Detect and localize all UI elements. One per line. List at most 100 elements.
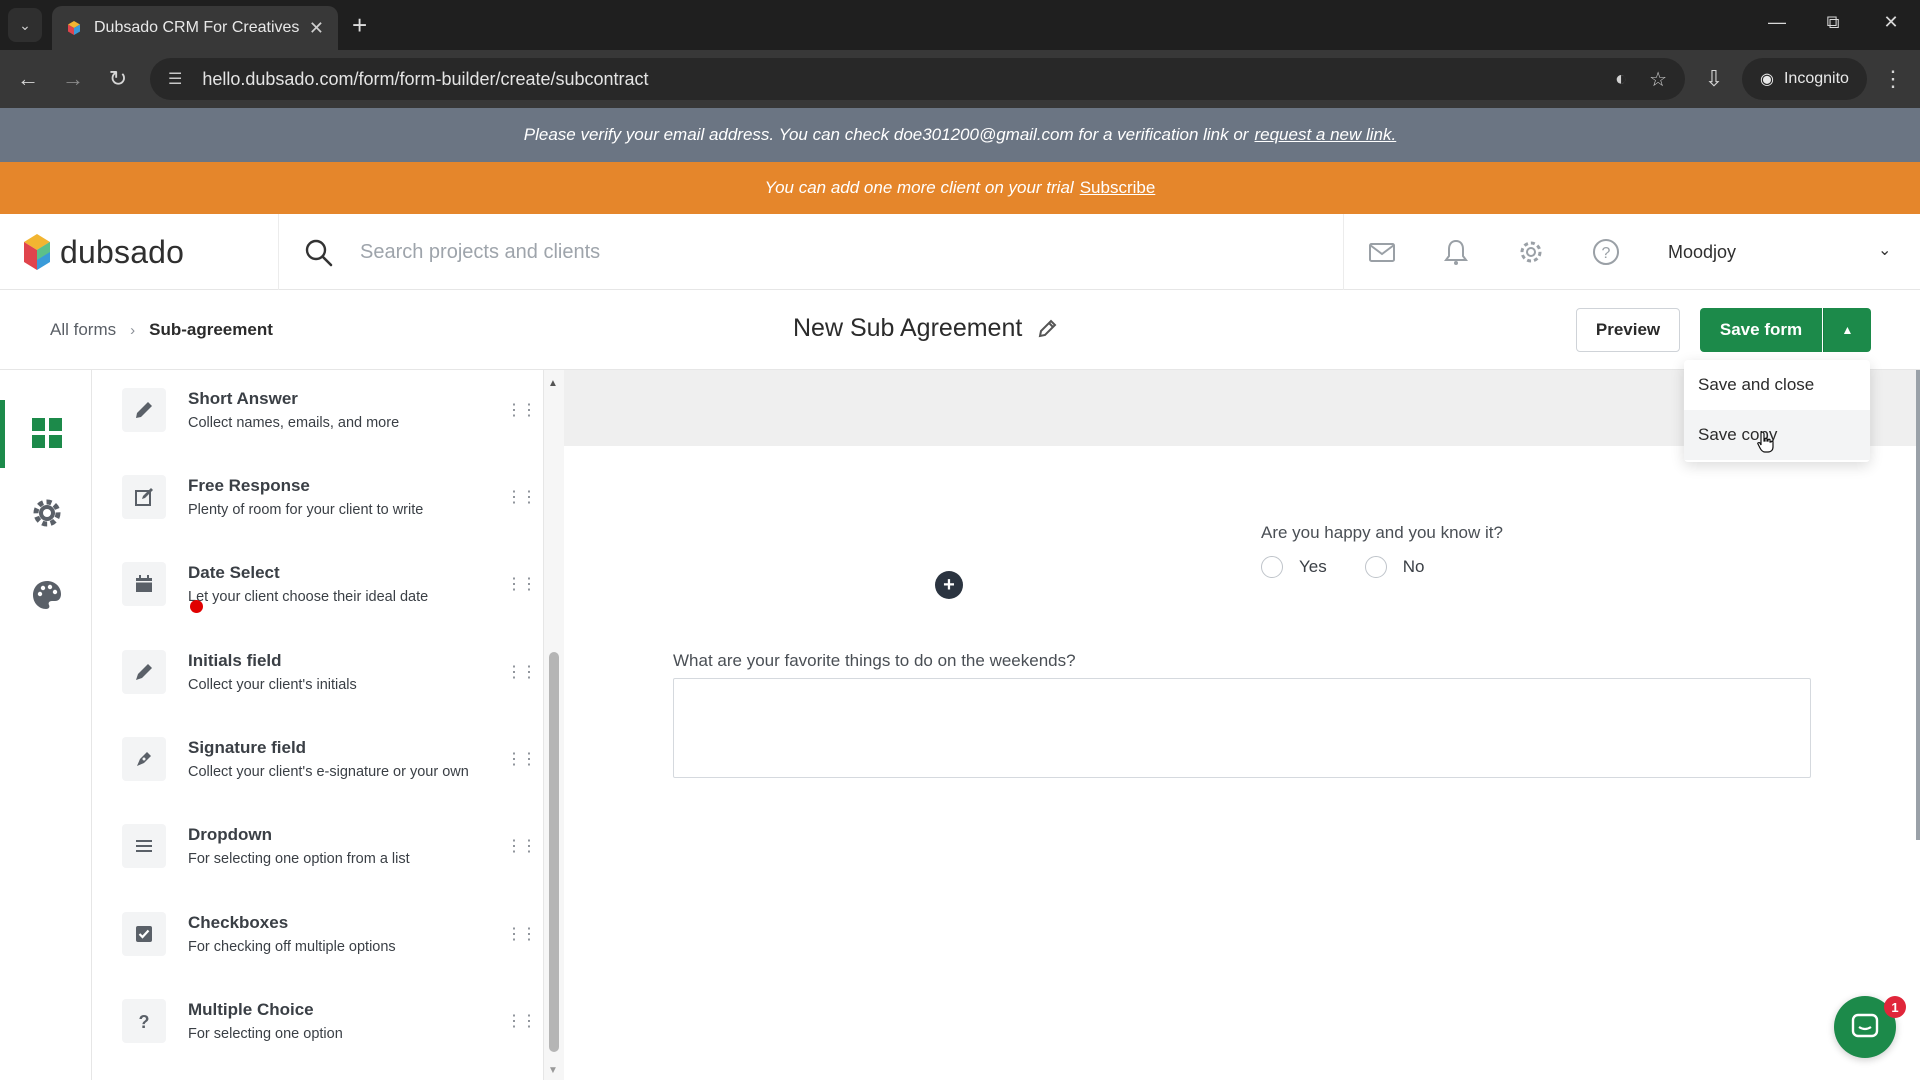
element-multiple-choice[interactable]: ? Multiple Choice For selecting one opti… — [122, 981, 537, 1061]
tab-close-icon[interactable]: ✕ — [309, 18, 324, 39]
element-signature-field[interactable]: Signature field Collect your client's e-… — [122, 719, 537, 799]
element-title: Free Response — [188, 476, 310, 495]
new-tab-button[interactable]: + — [352, 10, 367, 40]
search-input[interactable] — [360, 234, 1260, 270]
window-close-icon[interactable]: ✕ — [1876, 12, 1906, 33]
element-initials-field[interactable]: Initials field Collect your client's ini… — [122, 632, 537, 712]
minimize-icon[interactable]: — — [1762, 12, 1792, 33]
pencil-icon — [122, 388, 166, 432]
form-title-text: New Sub Agreement — [793, 314, 1023, 342]
logo-text: dubsado — [60, 233, 185, 270]
back-icon[interactable]: ← — [13, 65, 43, 93]
rail-active-indicator — [0, 400, 5, 468]
element-short-answer[interactable]: Short Answer Collect names, emails, and … — [122, 370, 537, 450]
gear-icon[interactable] — [1515, 236, 1547, 268]
incognito-label: Incognito — [1783, 70, 1849, 87]
form-toolbar: All forms › Sub-agreement New Sub Agreem… — [0, 290, 1920, 370]
form-elements-panel: Short Answer Collect names, emails, and … — [92, 370, 544, 1080]
chevron-down-icon[interactable]: ⌄ — [1878, 240, 1891, 260]
question-happy-label: Are you happy and you know it? — [1261, 523, 1503, 542]
header-divider — [278, 214, 279, 290]
pen-icon — [122, 650, 166, 694]
drag-handle-icon[interactable]: ⋮⋮ — [506, 749, 537, 769]
mail-icon[interactable] — [1366, 236, 1398, 268]
red-dot-marker — [190, 600, 203, 613]
restore-icon[interactable]: ⧉ — [1818, 12, 1848, 33]
question-happy-options: Yes No — [1261, 556, 1462, 578]
tab-title: Dubsado CRM For Creatives — [94, 19, 300, 36]
radio-no[interactable] — [1364, 556, 1387, 578]
save-form-button[interactable]: Save form — [1700, 308, 1822, 352]
browser-menu-icon[interactable]: ⋮ — [1878, 65, 1908, 93]
element-title: Signature field — [188, 738, 307, 757]
element-title: Initials field — [188, 651, 282, 670]
edit-pencil-icon[interactable] — [1036, 318, 1058, 340]
page-scrollbar[interactable] — [1916, 370, 1920, 840]
element-desc: Collect your client's initials — [188, 677, 357, 693]
bookmark-star-icon[interactable]: ☆ — [1649, 67, 1667, 92]
dubsado-logo[interactable]: dubsado — [22, 232, 184, 272]
breadcrumb-all-forms[interactable]: All forms — [50, 320, 116, 340]
forward-icon[interactable]: → — [58, 65, 88, 93]
drag-handle-icon[interactable]: ⋮⋮ — [506, 836, 537, 856]
panel-scrollbar[interactable]: ▲ ▼ — [544, 370, 564, 1080]
address-bar[interactable]: ☰ hello.dubsado.com/form/form-builder/cr… — [150, 58, 1685, 100]
logo-cube-icon — [24, 234, 50, 270]
scroll-down-arrow-icon[interactable]: ▼ — [548, 1065, 558, 1076]
url-text[interactable]: hello.dubsado.com/form/form-builder/crea… — [202, 69, 1593, 90]
element-title: Checkboxes — [188, 913, 289, 932]
edit-square-icon — [122, 475, 166, 519]
scroll-up-arrow-icon[interactable]: ▲ — [548, 378, 558, 389]
scroll-thumb[interactable] — [549, 652, 559, 1052]
help-icon[interactable]: ? — [1590, 236, 1622, 268]
element-desc: For selecting one option from a list — [188, 851, 410, 867]
site-info-icon[interactable]: ☰ — [168, 69, 182, 89]
subscribe-link[interactable]: Subscribe — [1080, 178, 1156, 198]
drag-handle-icon[interactable]: ⋮⋮ — [506, 1011, 537, 1031]
request-link[interactable]: request a new link. — [1254, 125, 1396, 145]
drag-handle-icon[interactable]: ⋮⋮ — [506, 662, 537, 682]
calendar-icon — [122, 562, 166, 606]
radio-yes-label: Yes — [1299, 557, 1327, 576]
tab-search-button[interactable]: ⌄ — [8, 8, 42, 42]
weekends-response-textarea[interactable] — [673, 678, 1811, 778]
user-menu-name[interactable]: Moodjoy — [1668, 242, 1736, 263]
eye-off-icon[interactable]: ◐ — [1615, 68, 1627, 91]
drag-handle-icon[interactable]: ⋮⋮ — [506, 924, 537, 944]
menu-save-copy[interactable]: Save copy — [1684, 410, 1870, 460]
trial-text: You can add one more client on your tria… — [764, 178, 1074, 197]
save-options-menu: Save and close Save copy — [1684, 360, 1870, 462]
browser-tab-bar: ⌄ Dubsado CRM For Creatives ✕ + — ⧉ ✕ — [0, 0, 1920, 50]
preview-button[interactable]: Preview — [1576, 308, 1680, 352]
radio-no-label: No — [1402, 557, 1425, 576]
signature-pen-icon — [122, 737, 166, 781]
chat-unread-badge: 1 — [1884, 996, 1906, 1018]
download-icon[interactable]: ⇩ — [1699, 65, 1729, 93]
verify-text: Please verify your email address. You ca… — [523, 125, 1249, 144]
element-dropdown[interactable]: Dropdown For selecting one option from a… — [122, 806, 537, 886]
radio-yes[interactable] — [1261, 556, 1283, 578]
incognito-badge[interactable]: ◉ Incognito — [1742, 58, 1867, 100]
element-free-response[interactable]: Free Response Plenty of room for your cl… — [122, 457, 537, 537]
element-date-select[interactable]: Date Select Let your client choose their… — [122, 544, 537, 624]
form-canvas: + Are you happy and you know it? Yes No … — [564, 370, 1920, 1080]
menu-save-and-close[interactable]: Save and close — [1684, 360, 1870, 410]
element-checkboxes[interactable]: Checkboxes For checking off multiple opt… — [122, 894, 537, 974]
elements-grid-icon[interactable] — [30, 416, 64, 450]
browser-tab[interactable]: Dubsado CRM For Creatives ✕ — [52, 6, 338, 50]
breadcrumb: All forms › Sub-agreement — [50, 320, 273, 340]
drag-handle-icon[interactable]: ⋮⋮ — [506, 574, 537, 594]
bell-icon[interactable] — [1440, 236, 1472, 268]
add-element-plus-icon[interactable]: + — [935, 571, 963, 599]
settings-gear-icon[interactable] — [30, 496, 64, 530]
search-icon[interactable] — [304, 238, 334, 268]
question-icon: ? — [122, 999, 166, 1043]
palette-icon[interactable] — [30, 578, 64, 612]
drag-handle-icon[interactable]: ⋮⋮ — [506, 400, 537, 420]
element-desc: Let your client choose their ideal date — [188, 589, 429, 605]
verify-email-banner: Please verify your email address. You ca… — [0, 108, 1920, 162]
svg-text:?: ? — [1602, 245, 1611, 262]
reload-icon[interactable]: ↻ — [103, 65, 133, 93]
save-options-caret-icon[interactable]: ▲ — [1823, 308, 1871, 352]
drag-handle-icon[interactable]: ⋮⋮ — [506, 487, 537, 507]
